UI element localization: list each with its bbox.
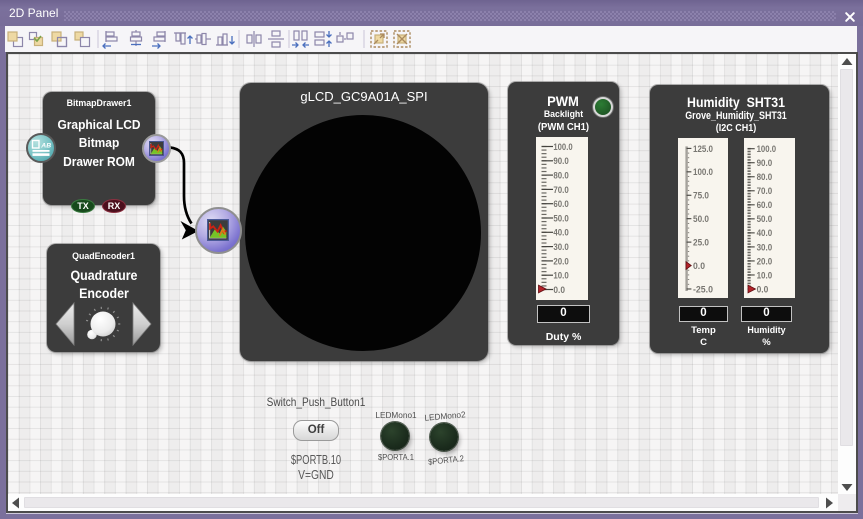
svg-text:90.0: 90.0 <box>757 158 773 168</box>
svg-text:125.0: 125.0 <box>693 144 713 154</box>
svg-text:30.0: 30.0 <box>553 242 568 252</box>
svg-text:90.0: 90.0 <box>553 156 568 166</box>
svg-text:50.0: 50.0 <box>553 213 568 223</box>
svg-text:40.0: 40.0 <box>757 228 773 238</box>
svg-text:50.0: 50.0 <box>693 214 709 224</box>
svg-text:75.0: 75.0 <box>693 191 709 201</box>
svg-text:0.0: 0.0 <box>553 285 565 295</box>
svg-text:80.0: 80.0 <box>553 170 568 180</box>
svg-text:0.0: 0.0 <box>757 284 769 294</box>
svg-text:70.0: 70.0 <box>757 186 773 196</box>
svg-text:30.0: 30.0 <box>757 242 773 252</box>
svg-text:AB: AB <box>40 142 51 149</box>
svg-text:100.0: 100.0 <box>553 142 572 152</box>
svg-text:20.0: 20.0 <box>757 256 773 266</box>
svg-text:-25.0: -25.0 <box>693 284 713 294</box>
svg-text:60.0: 60.0 <box>553 199 568 209</box>
svg-text:100.0: 100.0 <box>693 167 713 177</box>
svg-text:60.0: 60.0 <box>757 200 773 210</box>
svg-text:20.0: 20.0 <box>553 256 568 266</box>
svg-text:80.0: 80.0 <box>757 172 773 182</box>
svg-text:70.0: 70.0 <box>553 185 568 195</box>
svg-text:50.0: 50.0 <box>757 214 773 224</box>
svg-text:100.0: 100.0 <box>757 144 777 154</box>
svg-text:40.0: 40.0 <box>553 228 568 238</box>
svg-text:10.0: 10.0 <box>757 270 773 280</box>
svg-text:10.0: 10.0 <box>553 271 568 281</box>
svg-text:0.0: 0.0 <box>693 261 705 271</box>
svg-text:25.0: 25.0 <box>693 237 709 247</box>
